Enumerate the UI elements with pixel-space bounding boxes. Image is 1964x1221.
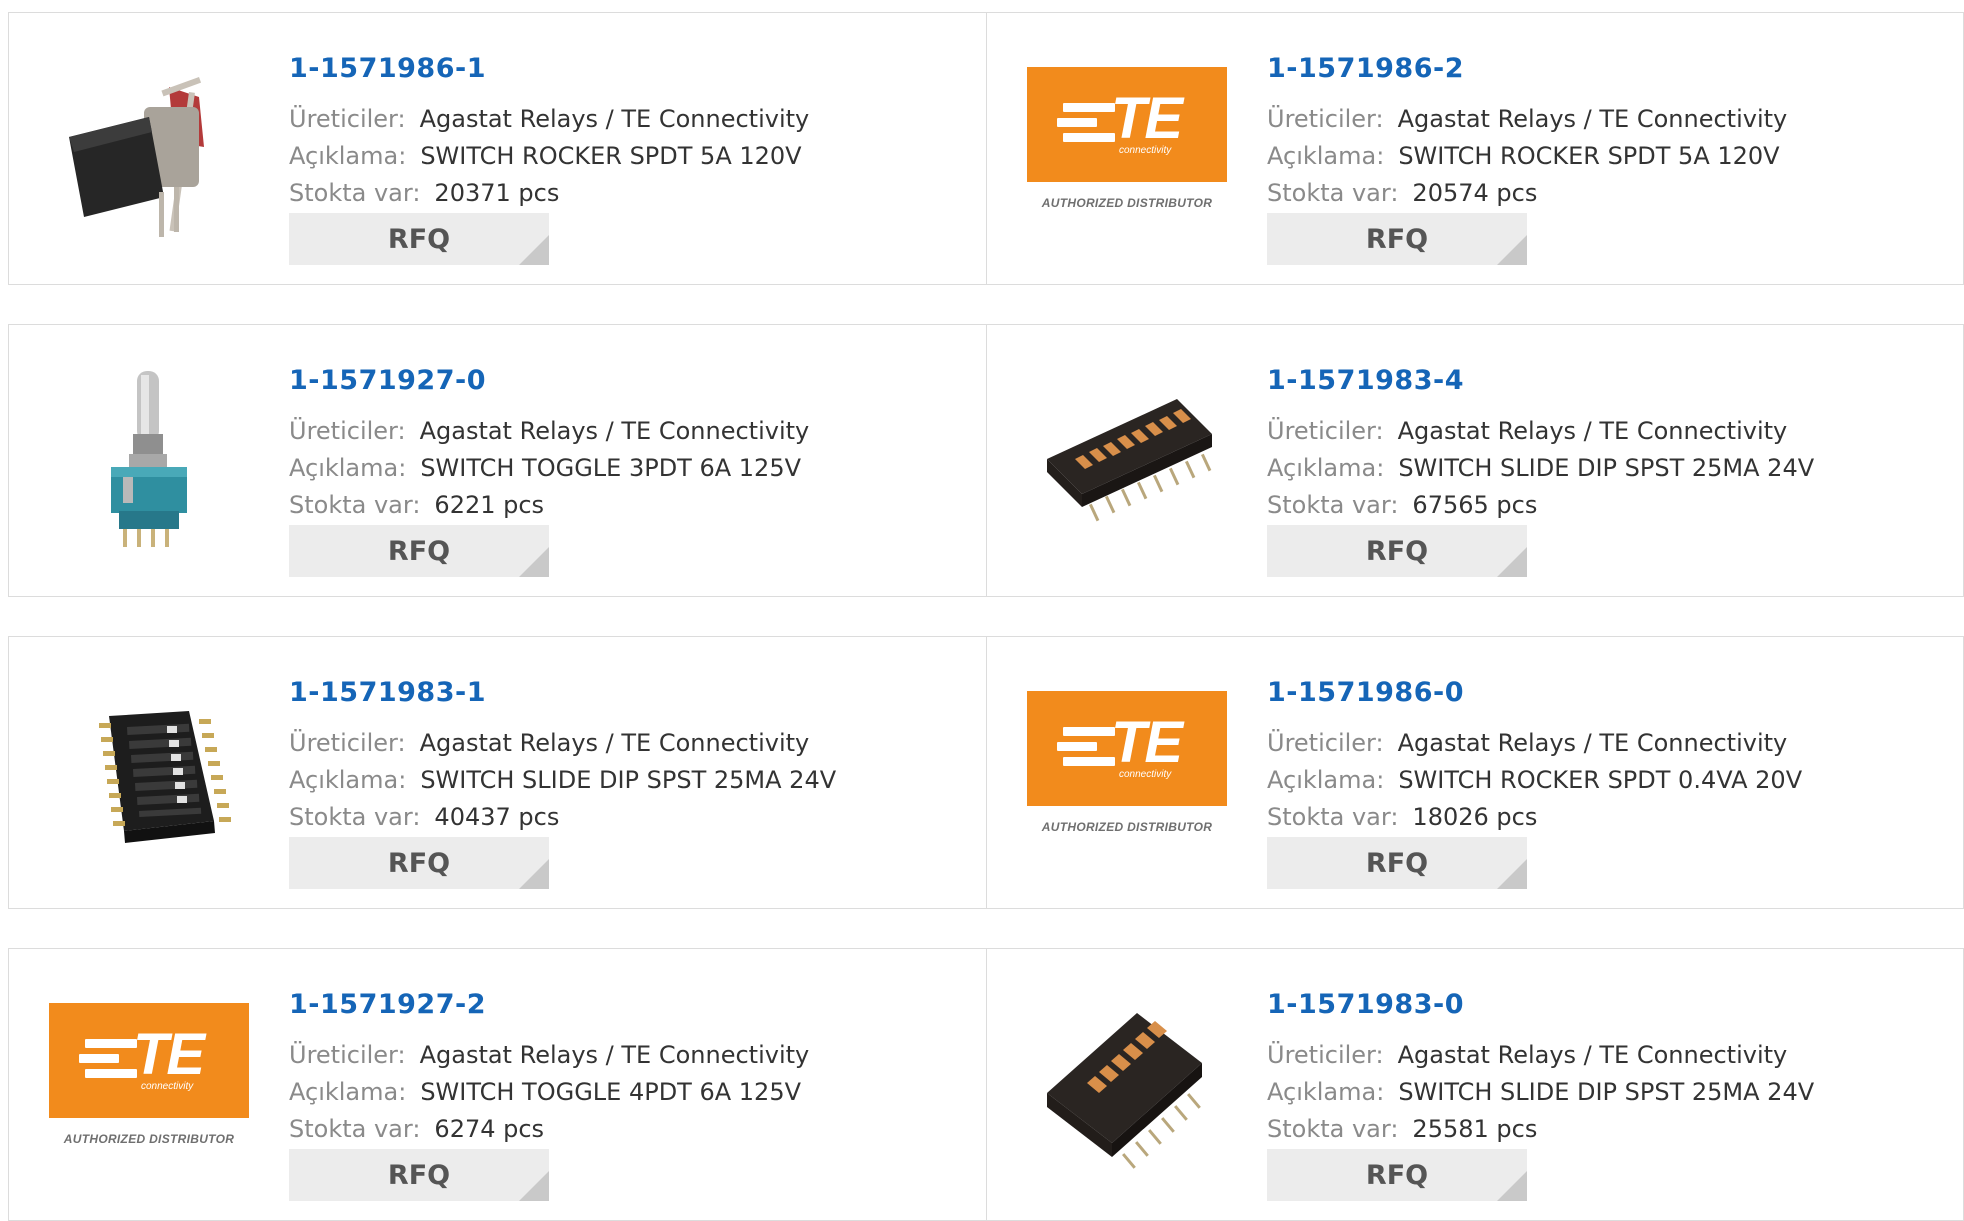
manufacturer-line: Üreticiler: Agastat Relays / TE Connectiv… <box>1267 729 1788 757</box>
stock-line: Stokta var: 18026 pcs <box>1267 803 1538 831</box>
part-number-link[interactable]: 1-1571927-0 <box>289 365 486 396</box>
product-card: 1-1571983-4 Üreticiler: Agastat Relays / … <box>986 325 1964 596</box>
corner-triangle-icon <box>1497 235 1527 265</box>
manufacturer-line: Üreticiler: Agastat Relays / TE Connectiv… <box>289 417 810 445</box>
stock-line: Stokta var: 20574 pcs <box>1267 179 1538 207</box>
corner-triangle-icon <box>519 859 549 889</box>
manufacturer-line: Üreticiler: Agastat Relays / TE Connectiv… <box>289 105 810 133</box>
manufacturer-line: Üreticiler: Agastat Relays / TE Connectiv… <box>289 729 810 757</box>
part-number-link[interactable]: 1-1571983-1 <box>289 677 486 708</box>
te-logo: TE connectivity AUTHORIZED DISTRIBUTOR <box>1027 691 1227 851</box>
product-row: 1-1571986-1 Üreticiler: Agastat Relays / … <box>8 12 1964 285</box>
corner-triangle-icon <box>519 547 549 577</box>
product-image-dip-switch[interactable] <box>1027 359 1227 559</box>
rfq-button[interactable]: RFQ <box>289 525 549 577</box>
stock-line: Stokta var: 25581 pcs <box>1267 1115 1538 1143</box>
rfq-button[interactable]: RFQ <box>1267 525 1527 577</box>
description-line: Açıklama: SWITCH SLIDE DIP SPST 25MA 24V <box>1267 454 1815 482</box>
product-row: TE connectivity AUTHORIZED DISTRIBUTOR 1… <box>8 948 1964 1221</box>
stock-line: Stokta var: 20371 pcs <box>289 179 560 207</box>
part-number-link[interactable]: 1-1571986-1 <box>289 53 486 84</box>
manufacturer-line: Üreticiler: Agastat Relays / TE Connectiv… <box>289 1041 810 1069</box>
rfq-button[interactable]: RFQ <box>1267 213 1527 265</box>
rfq-button[interactable]: RFQ <box>1267 1149 1527 1201</box>
stock-line: Stokta var: 67565 pcs <box>1267 491 1538 519</box>
rfq-button[interactable]: RFQ <box>289 213 549 265</box>
rfq-button[interactable]: RFQ <box>289 837 549 889</box>
product-image-te-logo[interactable]: TE connectivity AUTHORIZED DISTRIBUTOR <box>49 983 249 1183</box>
part-number-link[interactable]: 1-1571927-2 <box>289 989 486 1020</box>
part-number-link[interactable]: 1-1571986-0 <box>1267 677 1464 708</box>
description-line: Açıklama: SWITCH ROCKER SPDT 5A 120V <box>289 142 802 170</box>
product-row: 1-1571927-0 Üreticiler: Agastat Relays / … <box>8 324 1964 597</box>
corner-triangle-icon <box>519 235 549 265</box>
te-logo: TE connectivity AUTHORIZED DISTRIBUTOR <box>1027 67 1227 227</box>
product-card: TE connectivity AUTHORIZED DISTRIBUTOR 1… <box>9 949 986 1220</box>
product-card: TE connectivity AUTHORIZED DISTRIBUTOR 1… <box>986 637 1964 908</box>
stock-line: Stokta var: 6274 pcs <box>289 1115 545 1143</box>
product-row: 1-1571983-1 Üreticiler: Agastat Relays / … <box>8 636 1964 909</box>
product-image-te-logo[interactable]: TE connectivity AUTHORIZED DISTRIBUTOR <box>1027 47 1227 247</box>
product-image-te-logo[interactable]: TE connectivity AUTHORIZED DISTRIBUTOR <box>1027 671 1227 871</box>
description-line: Açıklama: SWITCH SLIDE DIP SPST 25MA 24V <box>1267 1078 1815 1106</box>
corner-triangle-icon <box>1497 1171 1527 1201</box>
product-card: 1-1571927-0 Üreticiler: Agastat Relays / … <box>9 325 986 596</box>
product-card: 1-1571983-1 Üreticiler: Agastat Relays / … <box>9 637 986 908</box>
product-card: TE connectivity AUTHORIZED DISTRIBUTOR 1… <box>986 13 1964 284</box>
description-line: Açıklama: SWITCH TOGGLE 4PDT 6A 125V <box>289 1078 802 1106</box>
description-line: Açıklama: SWITCH ROCKER SPDT 0.4VA 20V <box>1267 766 1803 794</box>
part-number-link[interactable]: 1-1571983-4 <box>1267 365 1464 396</box>
corner-triangle-icon <box>1497 859 1527 889</box>
description-line: Açıklama: SWITCH TOGGLE 3PDT 6A 125V <box>289 454 802 482</box>
part-number-link[interactable]: 1-1571983-0 <box>1267 989 1464 1020</box>
corner-triangle-icon <box>519 1171 549 1201</box>
product-image-dip-switch-black[interactable] <box>49 671 249 871</box>
description-line: Açıklama: SWITCH ROCKER SPDT 5A 120V <box>1267 142 1780 170</box>
product-image-rocker-switch[interactable] <box>49 47 249 247</box>
product-image-toggle-switch[interactable] <box>49 359 249 559</box>
product-card: 1-1571983-0 Üreticiler: Agastat Relays / … <box>986 949 1964 1220</box>
product-image-dip-switch[interactable] <box>1027 983 1227 1183</box>
manufacturer-line: Üreticiler: Agastat Relays / TE Connectiv… <box>1267 105 1788 133</box>
product-grid: 1-1571986-1 Üreticiler: Agastat Relays / … <box>0 0 1964 1221</box>
stock-line: Stokta var: 40437 pcs <box>289 803 560 831</box>
manufacturer-line: Üreticiler: Agastat Relays / TE Connectiv… <box>1267 417 1788 445</box>
corner-triangle-icon <box>1497 547 1527 577</box>
rfq-button[interactable]: RFQ <box>289 1149 549 1201</box>
description-line: Açıklama: SWITCH SLIDE DIP SPST 25MA 24V <box>289 766 837 794</box>
rfq-button[interactable]: RFQ <box>1267 837 1527 889</box>
stock-line: Stokta var: 6221 pcs <box>289 491 545 519</box>
te-logo: TE connectivity AUTHORIZED DISTRIBUTOR <box>49 1003 249 1163</box>
part-number-link[interactable]: 1-1571986-2 <box>1267 53 1464 84</box>
manufacturer-line: Üreticiler: Agastat Relays / TE Connectiv… <box>1267 1041 1788 1069</box>
product-card: 1-1571986-1 Üreticiler: Agastat Relays / … <box>9 13 986 284</box>
